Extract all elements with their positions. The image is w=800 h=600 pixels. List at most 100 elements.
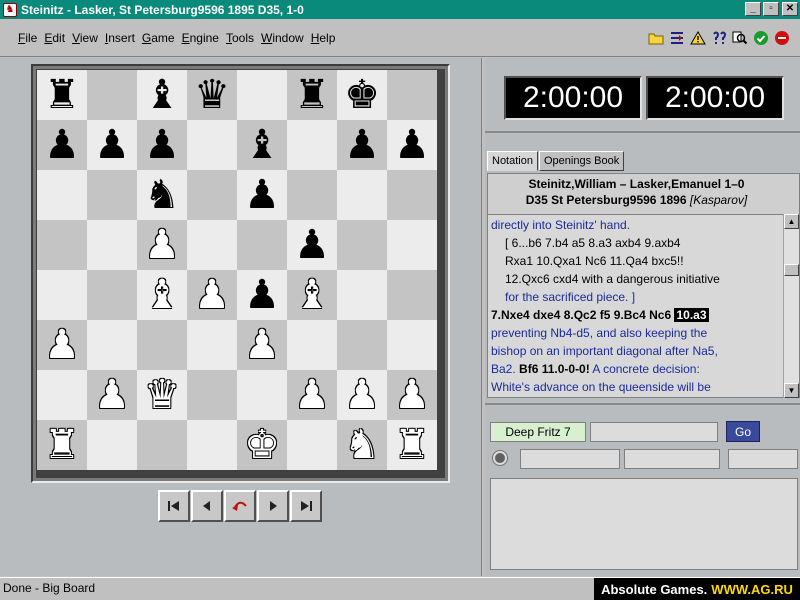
square-b6[interactable] xyxy=(87,170,137,220)
square-h1[interactable]: ♜ xyxy=(387,420,437,470)
square-c4[interactable]: ♝ xyxy=(137,270,187,320)
notation-text[interactable]: directly into Steinitz' hand. [ 6...b6 7… xyxy=(488,214,785,397)
black-knight-icon[interactable]: ♞ xyxy=(144,175,180,215)
square-g3[interactable] xyxy=(337,320,387,370)
white-pawn-icon[interactable]: ♟ xyxy=(194,275,230,315)
white-rook-icon[interactable]: ♜ xyxy=(44,425,80,465)
square-a8[interactable]: ♜ xyxy=(37,70,87,120)
notation-moves[interactable]: 7.Nxe4 dxe4 8.Qc2 f5 9.Bc4 Nc6 xyxy=(491,308,671,322)
square-a1[interactable]: ♜ xyxy=(37,420,87,470)
engine-name[interactable]: Deep Fritz 7 xyxy=(490,422,586,442)
white-pawn-icon[interactable]: ♟ xyxy=(44,325,80,365)
square-f1[interactable] xyxy=(287,420,337,470)
square-d8[interactable]: ♛ xyxy=(187,70,237,120)
chess-board[interactable]: ♜ ♝ ♛ ♜ ♚ ♟ ♟ ♟ ♝ ♟ ♟ ♞ ♟ ♟ ♟ ♝ ♟ ♟ ♝ ♟ ♟ ♟ ♛ ♟ ♟ ♟ ♜ ♚ ♞ ♜ xyxy=(36,69,445,478)
black-pawn-icon[interactable]: ♟ xyxy=(344,125,380,165)
black-king-icon[interactable]: ♚ xyxy=(344,75,380,115)
black-bishop-icon[interactable]: ♝ xyxy=(144,75,180,115)
scroll-thumb[interactable] xyxy=(784,264,799,276)
menu-edit[interactable]: Edit xyxy=(44,31,65,45)
square-c2[interactable]: ♛ xyxy=(137,370,187,420)
square-g1[interactable]: ♞ xyxy=(337,420,387,470)
square-a2[interactable] xyxy=(37,370,87,420)
square-f2[interactable]: ♟ xyxy=(287,370,337,420)
square-g8[interactable]: ♚ xyxy=(337,70,387,120)
square-e6[interactable]: ♟ xyxy=(237,170,287,220)
ok-icon[interactable] xyxy=(751,28,771,48)
square-f6[interactable] xyxy=(287,170,337,220)
square-c1[interactable] xyxy=(137,420,187,470)
folder-icon[interactable] xyxy=(646,28,666,48)
last-move-button[interactable] xyxy=(290,490,322,522)
menu-view[interactable]: View xyxy=(72,31,98,45)
square-e7[interactable]: ♝ xyxy=(237,120,287,170)
square-b8[interactable] xyxy=(87,70,137,120)
black-pawn-icon[interactable]: ♟ xyxy=(94,125,130,165)
current-move[interactable]: 10.a3 xyxy=(674,308,709,322)
square-g5[interactable] xyxy=(337,220,387,270)
black-pawn-icon[interactable]: ♟ xyxy=(44,125,80,165)
white-pawn-icon[interactable]: ♟ xyxy=(294,375,330,415)
white-pawn-icon[interactable]: ♟ xyxy=(144,225,180,265)
black-pawn-icon[interactable]: ♟ xyxy=(144,125,180,165)
zoom-icon[interactable] xyxy=(730,28,750,48)
menu-game[interactable]: Game xyxy=(142,31,175,45)
square-e8[interactable] xyxy=(237,70,287,120)
close-button[interactable]: ✕ xyxy=(782,2,798,16)
white-bishop-icon[interactable]: ♝ xyxy=(144,275,180,315)
scroll-up-arrow[interactable]: ▲ xyxy=(784,214,799,229)
square-e1[interactable]: ♚ xyxy=(237,420,287,470)
square-h3[interactable] xyxy=(387,320,437,370)
tab-notation[interactable]: Notation xyxy=(487,151,538,171)
square-a5[interactable] xyxy=(37,220,87,270)
square-h7[interactable]: ♟ xyxy=(387,120,437,170)
black-pawn-icon[interactable]: ♟ xyxy=(394,125,430,165)
square-f8[interactable]: ♜ xyxy=(287,70,337,120)
square-a6[interactable] xyxy=(37,170,87,220)
square-f4[interactable]: ♝ xyxy=(287,270,337,320)
square-a7[interactable]: ♟ xyxy=(37,120,87,170)
menu-help[interactable]: Help xyxy=(311,31,336,45)
square-c7[interactable]: ♟ xyxy=(137,120,187,170)
scroll-down-arrow[interactable]: ▼ xyxy=(784,383,799,398)
tab-openings-book[interactable]: Openings Book xyxy=(538,151,625,171)
square-b5[interactable] xyxy=(87,220,137,270)
white-pawn-icon[interactable]: ♟ xyxy=(394,375,430,415)
white-knight-icon[interactable]: ♞ xyxy=(344,425,380,465)
black-rook-icon[interactable]: ♜ xyxy=(294,75,330,115)
menu-engine[interactable]: Engine xyxy=(182,31,219,45)
menu-window[interactable]: Window xyxy=(261,31,304,45)
square-b4[interactable] xyxy=(87,270,137,320)
white-pawn-icon[interactable]: ♟ xyxy=(344,375,380,415)
black-rook-icon[interactable]: ♜ xyxy=(44,75,80,115)
menu-insert[interactable]: Insert xyxy=(105,31,135,45)
square-b7[interactable]: ♟ xyxy=(87,120,137,170)
white-king-icon[interactable]: ♚ xyxy=(244,425,280,465)
square-e2[interactable] xyxy=(237,370,287,420)
square-g6[interactable] xyxy=(337,170,387,220)
white-bishop-icon[interactable]: ♝ xyxy=(294,275,330,315)
square-d2[interactable] xyxy=(187,370,237,420)
square-c6[interactable]: ♞ xyxy=(137,170,187,220)
square-d3[interactable] xyxy=(187,320,237,370)
square-g7[interactable]: ♟ xyxy=(337,120,387,170)
notation-line[interactable]: [ 6...b6 7.b4 a5 8.a3 axb4 9.axb4 xyxy=(491,234,782,252)
notation-moves[interactable]: Bf6 11.0-0-0! xyxy=(519,362,590,376)
white-rook-icon[interactable]: ♜ xyxy=(394,425,430,465)
square-a3[interactable]: ♟ xyxy=(37,320,87,370)
maximize-button[interactable]: ▫ xyxy=(763,2,779,16)
square-f3[interactable] xyxy=(287,320,337,370)
square-g4[interactable] xyxy=(337,270,387,320)
square-e3[interactable]: ♟ xyxy=(237,320,287,370)
square-g2[interactable]: ♟ xyxy=(337,370,387,420)
square-h8[interactable] xyxy=(387,70,437,120)
square-d7[interactable] xyxy=(187,120,237,170)
black-pawn-icon[interactable]: ♟ xyxy=(244,175,280,215)
square-b2[interactable]: ♟ xyxy=(87,370,137,420)
white-pawn-icon[interactable]: ♟ xyxy=(244,325,280,365)
square-a4[interactable] xyxy=(37,270,87,320)
take-back-button[interactable] xyxy=(224,490,256,522)
stop-icon[interactable] xyxy=(772,28,792,48)
engine-output-pane[interactable] xyxy=(490,478,798,570)
square-d1[interactable] xyxy=(187,420,237,470)
